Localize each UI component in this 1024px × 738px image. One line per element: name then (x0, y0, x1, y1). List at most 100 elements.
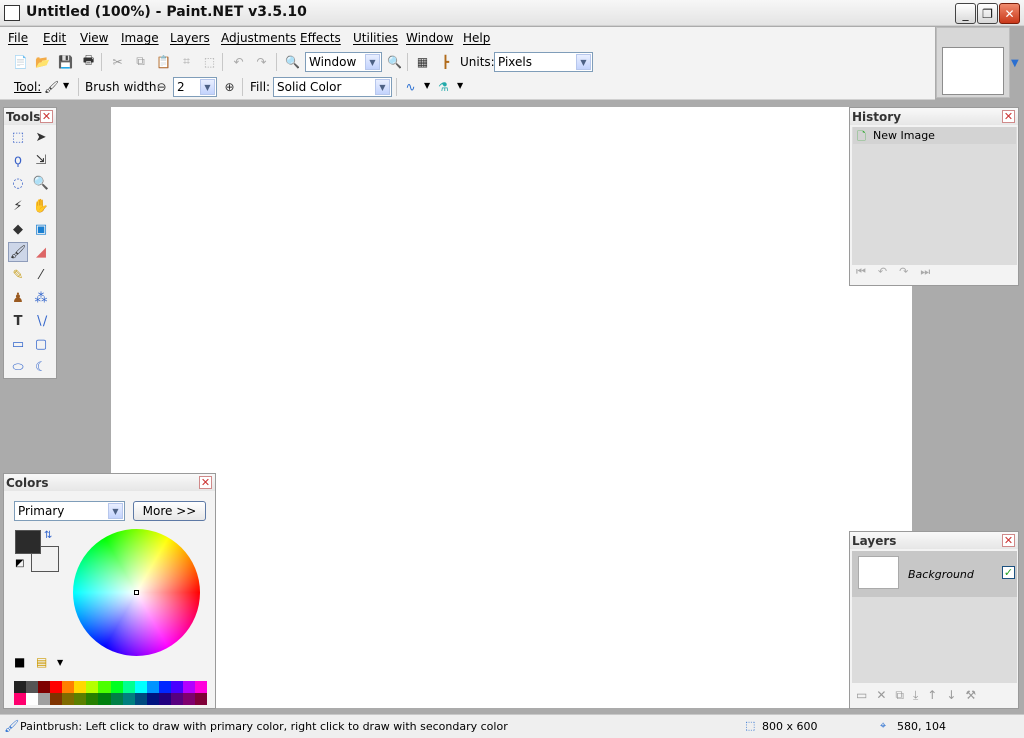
layer-visibility-checkbox[interactable]: ✓ (1002, 566, 1015, 579)
color-wheel-cursor[interactable] (134, 590, 139, 595)
add-layer-icon[interactable]: ▭ (856, 688, 876, 702)
palette-swatch[interactable] (38, 681, 51, 693)
move-selection-tool[interactable]: ⇲ (31, 150, 51, 170)
palette-swatch[interactable] (194, 693, 207, 705)
line-curve-tool[interactable]: ∖∕ (31, 311, 51, 331)
image-canvas[interactable] (111, 107, 912, 708)
gradient-tool[interactable]: ▣ (31, 219, 51, 239)
fast-forward-icon[interactable]: ⏭ (920, 265, 942, 278)
antialiasing-icon[interactable]: ∿ (402, 78, 419, 95)
increase-icon[interactable]: ⊕ (221, 78, 238, 95)
history-item[interactable]: 🗋 New Image (853, 127, 1016, 144)
palette-swatch[interactable] (146, 693, 159, 705)
zoom-in-icon[interactable]: 🔍 (386, 53, 403, 70)
thumbnail-scroll-icon[interactable]: ▼ (1011, 58, 1019, 69)
palette-swatch[interactable] (14, 693, 27, 705)
fill-dropdown[interactable]: Solid Color ▼ (273, 77, 392, 97)
layer-row[interactable]: Background ✓ (852, 551, 1017, 597)
app-icon[interactable] (4, 5, 20, 21)
decrease-icon[interactable]: ⊖ (153, 78, 170, 95)
duplicate-layer-icon[interactable]: ⧉ (895, 688, 913, 702)
palette-swatch[interactable] (98, 693, 111, 705)
move-layer-up-icon[interactable]: ↑ (927, 688, 946, 702)
deselect-icon[interactable]: ⬚ (201, 53, 218, 70)
redo-icon[interactable]: ↷ (899, 265, 920, 278)
recolor-tool[interactable]: ⁂ (31, 288, 51, 308)
rulers-icon[interactable]: ┣ (437, 53, 454, 70)
palette-swatch[interactable] (122, 681, 135, 693)
lasso-select-tool[interactable]: ϙ (8, 150, 28, 170)
image-thumbnail[interactable] (936, 27, 1010, 98)
palette-swatch[interactable] (62, 693, 75, 705)
palette-swatch[interactable] (134, 681, 147, 693)
open-icon[interactable]: 📂 (34, 53, 51, 70)
undo-icon[interactable]: ↶ (878, 265, 899, 278)
move-selected-pixels-tool[interactable]: ➤ (31, 127, 51, 147)
color-wheel[interactable] (73, 529, 200, 656)
menu-adjustments[interactable]: Adjustments (221, 31, 296, 45)
brush-width-field[interactable]: 2 ▼ (173, 77, 217, 97)
color-mode-dropdown[interactable]: Primary ▼ (14, 501, 125, 521)
thumbnail-preview[interactable] (942, 47, 1004, 95)
chevron-down-icon[interactable]: ▼ (457, 81, 463, 90)
text-tool[interactable]: T (8, 311, 28, 331)
rectangle-select-tool[interactable]: ⬚ (8, 127, 28, 147)
move-layer-down-icon[interactable]: ↓ (946, 688, 965, 702)
menu-image[interactable]: Image (121, 31, 159, 45)
palette-swatch[interactable] (170, 693, 183, 705)
freeform-shape-tool[interactable]: ☾ (31, 357, 51, 377)
palette-swatch[interactable] (74, 693, 87, 705)
eraser-tool[interactable]: ◢ (31, 242, 51, 262)
grid-icon[interactable]: ▦ (414, 53, 431, 70)
undo-icon[interactable]: ↶ (230, 53, 247, 70)
paintbrush-tool[interactable]: 🖌 (8, 242, 28, 262)
palette-swatch[interactable] (158, 693, 171, 705)
menu-file[interactable]: File (8, 31, 28, 45)
redo-icon[interactable]: ↷ (253, 53, 270, 70)
menu-layers[interactable]: Layers (170, 31, 210, 45)
delete-layer-icon[interactable]: ✕ (876, 688, 895, 702)
close-icon[interactable]: ✕ (1002, 534, 1015, 547)
rounded-rectangle-tool[interactable]: ▢ (31, 334, 51, 354)
minimize-button[interactable]: _ (955, 3, 976, 24)
paint-bucket-tool[interactable]: ◆ (8, 219, 28, 239)
rectangle-tool[interactable]: ▭ (8, 334, 28, 354)
palette-swatch[interactable] (26, 693, 39, 705)
palette-swatch[interactable] (170, 681, 183, 693)
save-icon[interactable]: 💾 (57, 53, 74, 70)
zoom-dropdown[interactable]: Window ▼ (305, 52, 382, 72)
pencil-tool[interactable]: ✎ (8, 265, 28, 285)
zoom-tool[interactable]: 🔍 (31, 173, 51, 193)
more-colors-button[interactable]: More >> (133, 501, 206, 521)
close-icon[interactable]: ✕ (199, 476, 212, 489)
menu-edit[interactable]: Edit (43, 31, 66, 45)
swap-colors-icon[interactable]: ⇅ (44, 530, 52, 541)
palette-swatch[interactable] (146, 681, 159, 693)
layer-properties-icon[interactable]: ⚒ (965, 688, 985, 702)
zoom-out-icon[interactable]: 🔍 (284, 53, 301, 70)
pan-tool[interactable]: ✋ (31, 196, 51, 216)
menu-effects[interactable]: Effects (300, 31, 341, 45)
menu-view[interactable]: View (80, 31, 108, 45)
palette-menu-icon[interactable]: ▤ (36, 655, 47, 669)
palette-swatch[interactable] (194, 681, 207, 693)
reset-colors-icon[interactable]: ◩ (15, 558, 24, 569)
palette-swatch[interactable] (122, 693, 135, 705)
chevron-down-icon[interactable]: ▼ (57, 658, 63, 667)
paintbrush-icon[interactable]: 🖌 (43, 78, 60, 95)
palette-swatch[interactable] (14, 681, 27, 693)
palette-swatch[interactable] (98, 681, 111, 693)
palette-swatch[interactable] (110, 681, 123, 693)
palette-swatch[interactable] (86, 693, 99, 705)
palette-swatch[interactable] (158, 681, 171, 693)
ellipse-tool[interactable]: ⬭ (8, 357, 28, 377)
clone-stamp-tool[interactable]: ♟ (8, 288, 28, 308)
palette-swatch[interactable] (110, 693, 123, 705)
palette-swatch[interactable] (62, 681, 75, 693)
magic-wand-tool[interactable]: ⚡ (8, 196, 28, 216)
new-icon[interactable]: 📄 (12, 53, 29, 70)
palette-swatch[interactable] (182, 681, 195, 693)
close-button[interactable]: ✕ (999, 3, 1020, 24)
palette-swatch[interactable] (74, 681, 87, 693)
chevron-down-icon[interactable]: ▼ (63, 81, 69, 90)
